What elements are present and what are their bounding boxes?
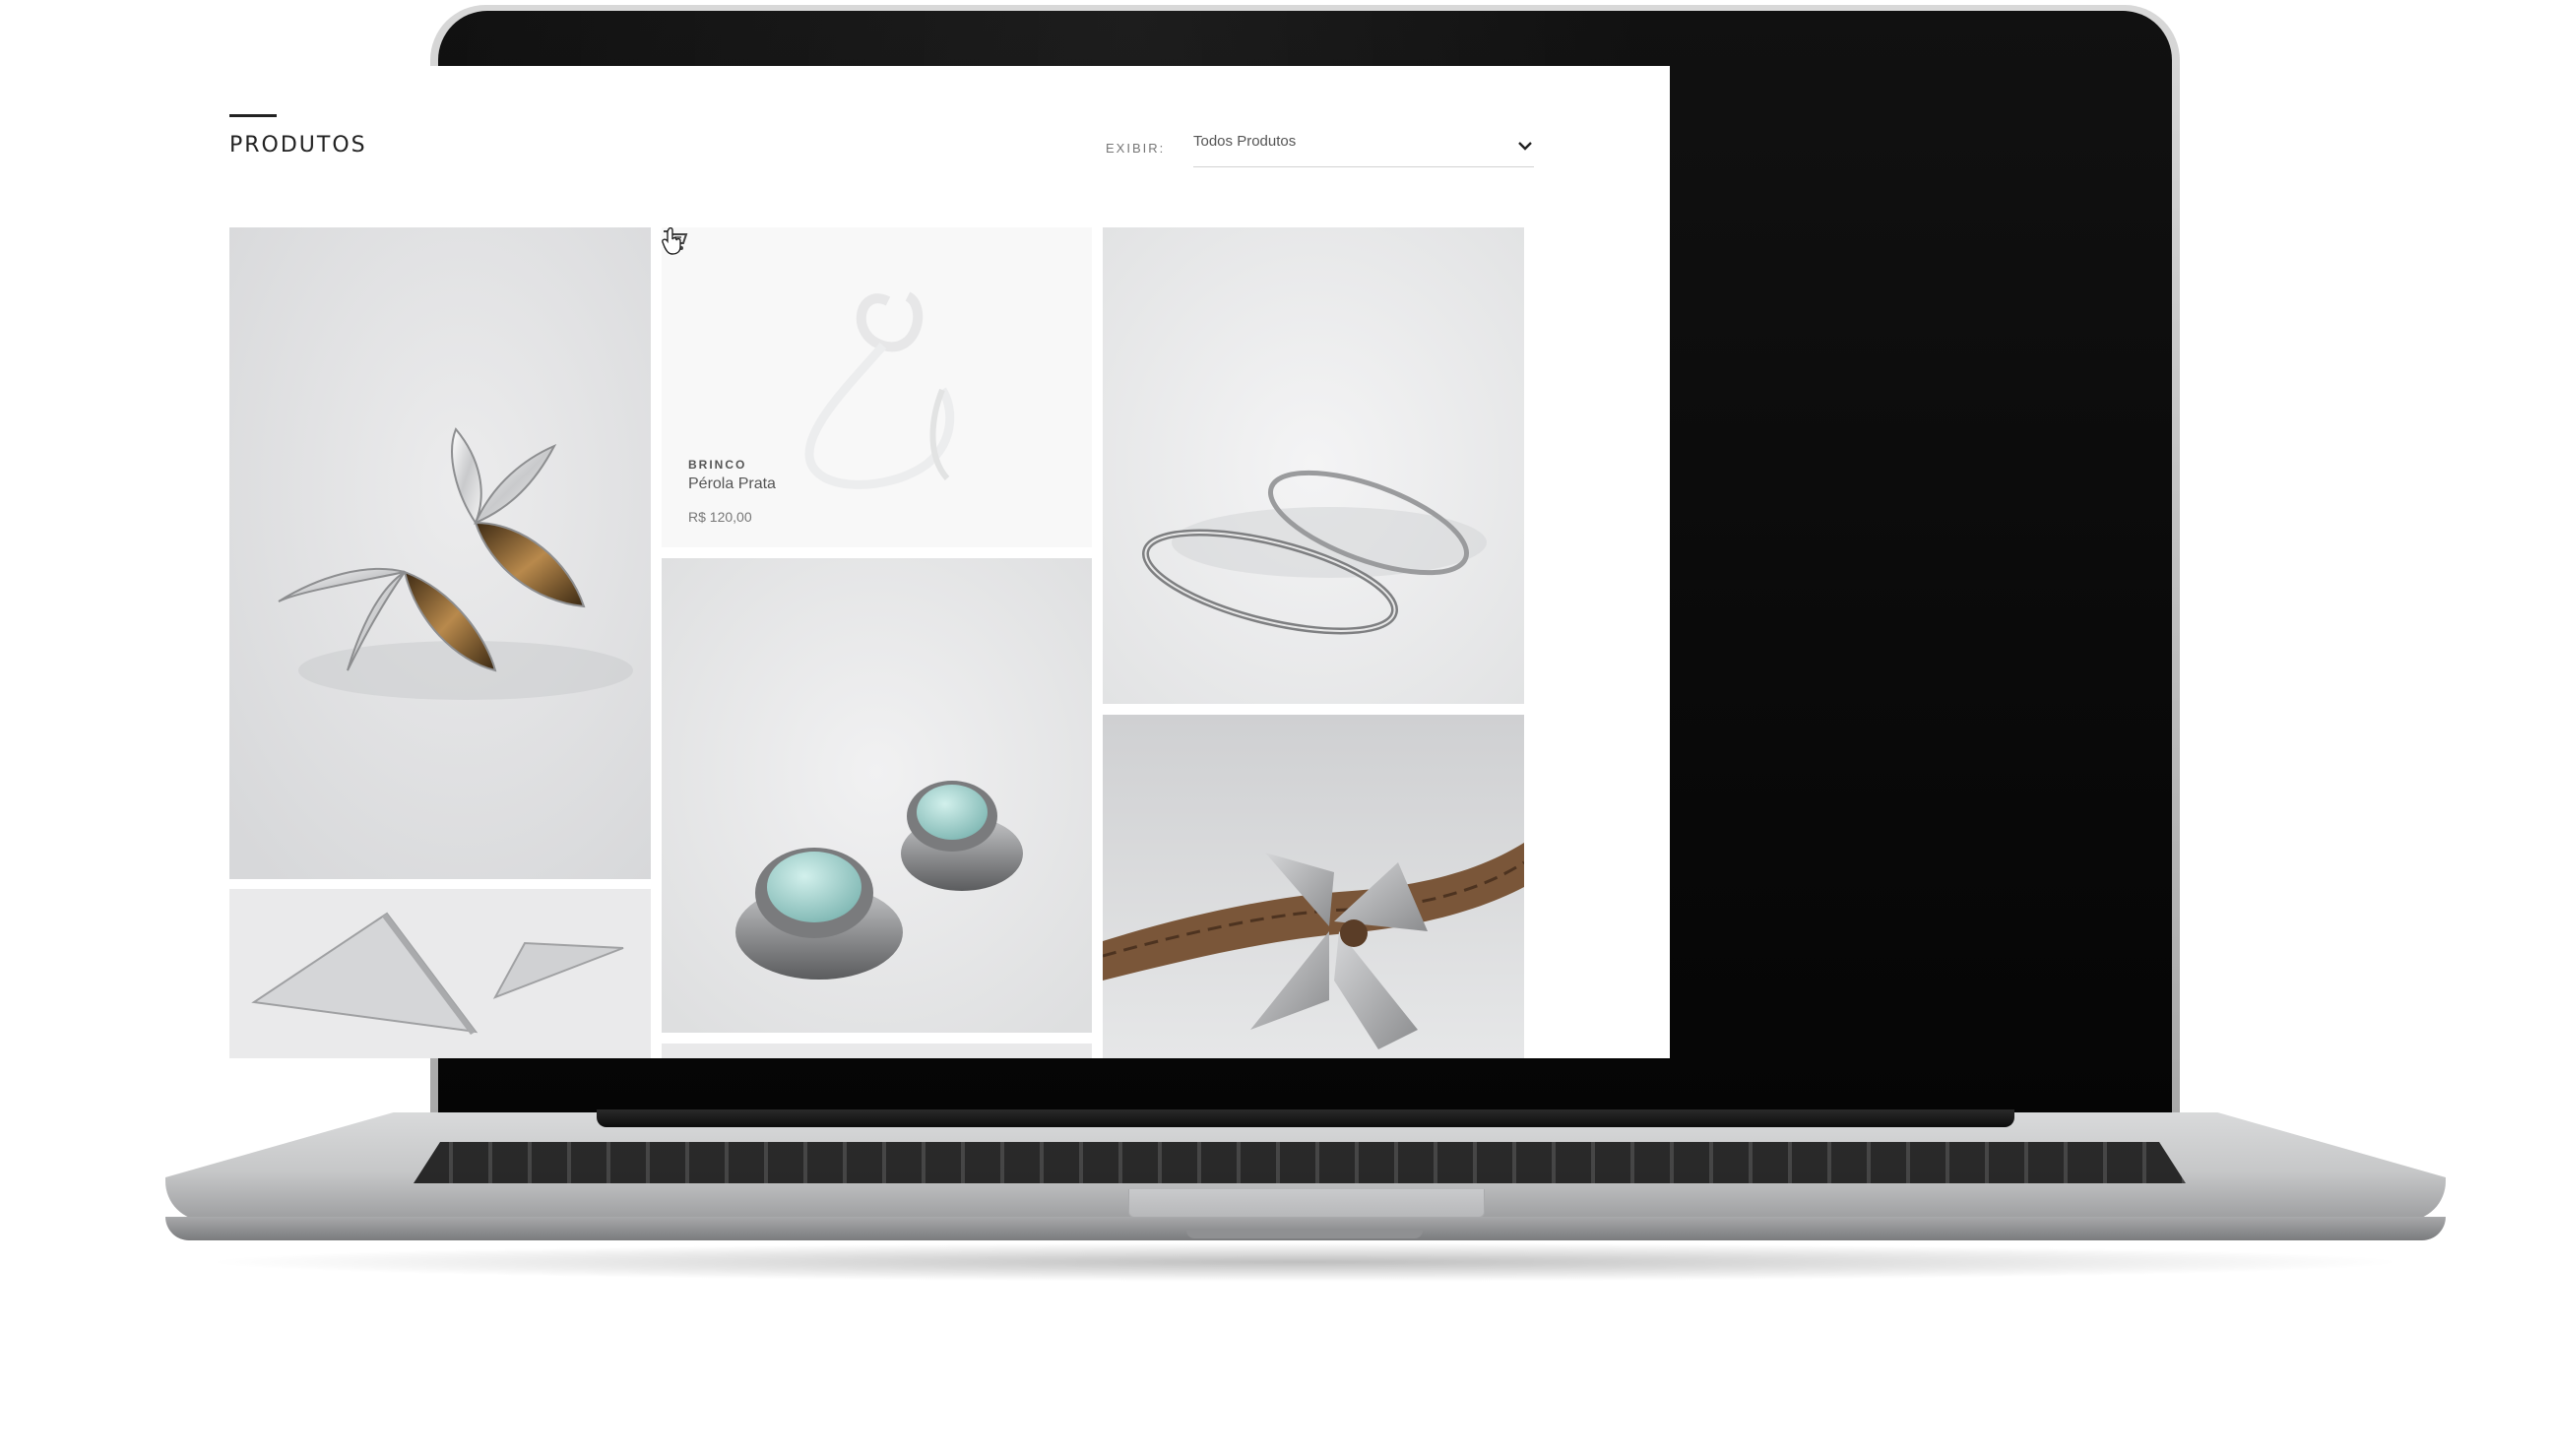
product-category: BRINCO	[688, 458, 747, 472]
aqua-earrings-image	[662, 558, 1092, 1033]
filter-select[interactable]: Todos Produtos	[1193, 133, 1534, 167]
product-price: R$ 120,00	[688, 509, 752, 525]
triangle-earrings-image	[229, 889, 651, 1058]
chevron-down-icon	[1518, 142, 1532, 151]
leaf-earrings-image	[229, 227, 651, 879]
product-card-aqua-earrings[interactable]	[662, 558, 1092, 1033]
filter-label: EXIBIR:	[1106, 141, 1166, 156]
product-name: Pérola Prata	[688, 475, 776, 492]
laptop-trackpad	[1128, 1189, 1485, 1218]
bangle-image	[1103, 227, 1524, 704]
product-card-partial[interactable]	[662, 1044, 1092, 1058]
laptop-shadow	[197, 1242, 2412, 1282]
product-card-triangle-earrings[interactable]	[229, 889, 651, 1058]
product-card-perola-prata[interactable]: BRINCO Pérola Prata R$ 120,00	[662, 227, 1092, 547]
laptop-keyboard	[414, 1142, 2186, 1183]
laptop-screen: PRODUTOS EXIBIR: Todos Produtos BRINCO P…	[82, 66, 1670, 1058]
product-card-bangle[interactable]	[1103, 227, 1524, 704]
title-rule	[229, 114, 277, 117]
hand-pointer-cursor	[662, 227, 681, 255]
hover-overlay	[662, 227, 1092, 547]
leather-bracelet-image	[1103, 715, 1524, 1058]
page-title: PRODUTOS	[229, 133, 367, 158]
product-card-leather-bracelet[interactable]	[1103, 715, 1524, 1058]
laptop-notch	[1186, 1229, 1423, 1238]
laptop-hinge	[597, 1109, 2014, 1127]
product-card-leaf-earrings[interactable]	[229, 227, 651, 879]
filter-selected-value: Todos Produtos	[1193, 133, 1297, 150]
